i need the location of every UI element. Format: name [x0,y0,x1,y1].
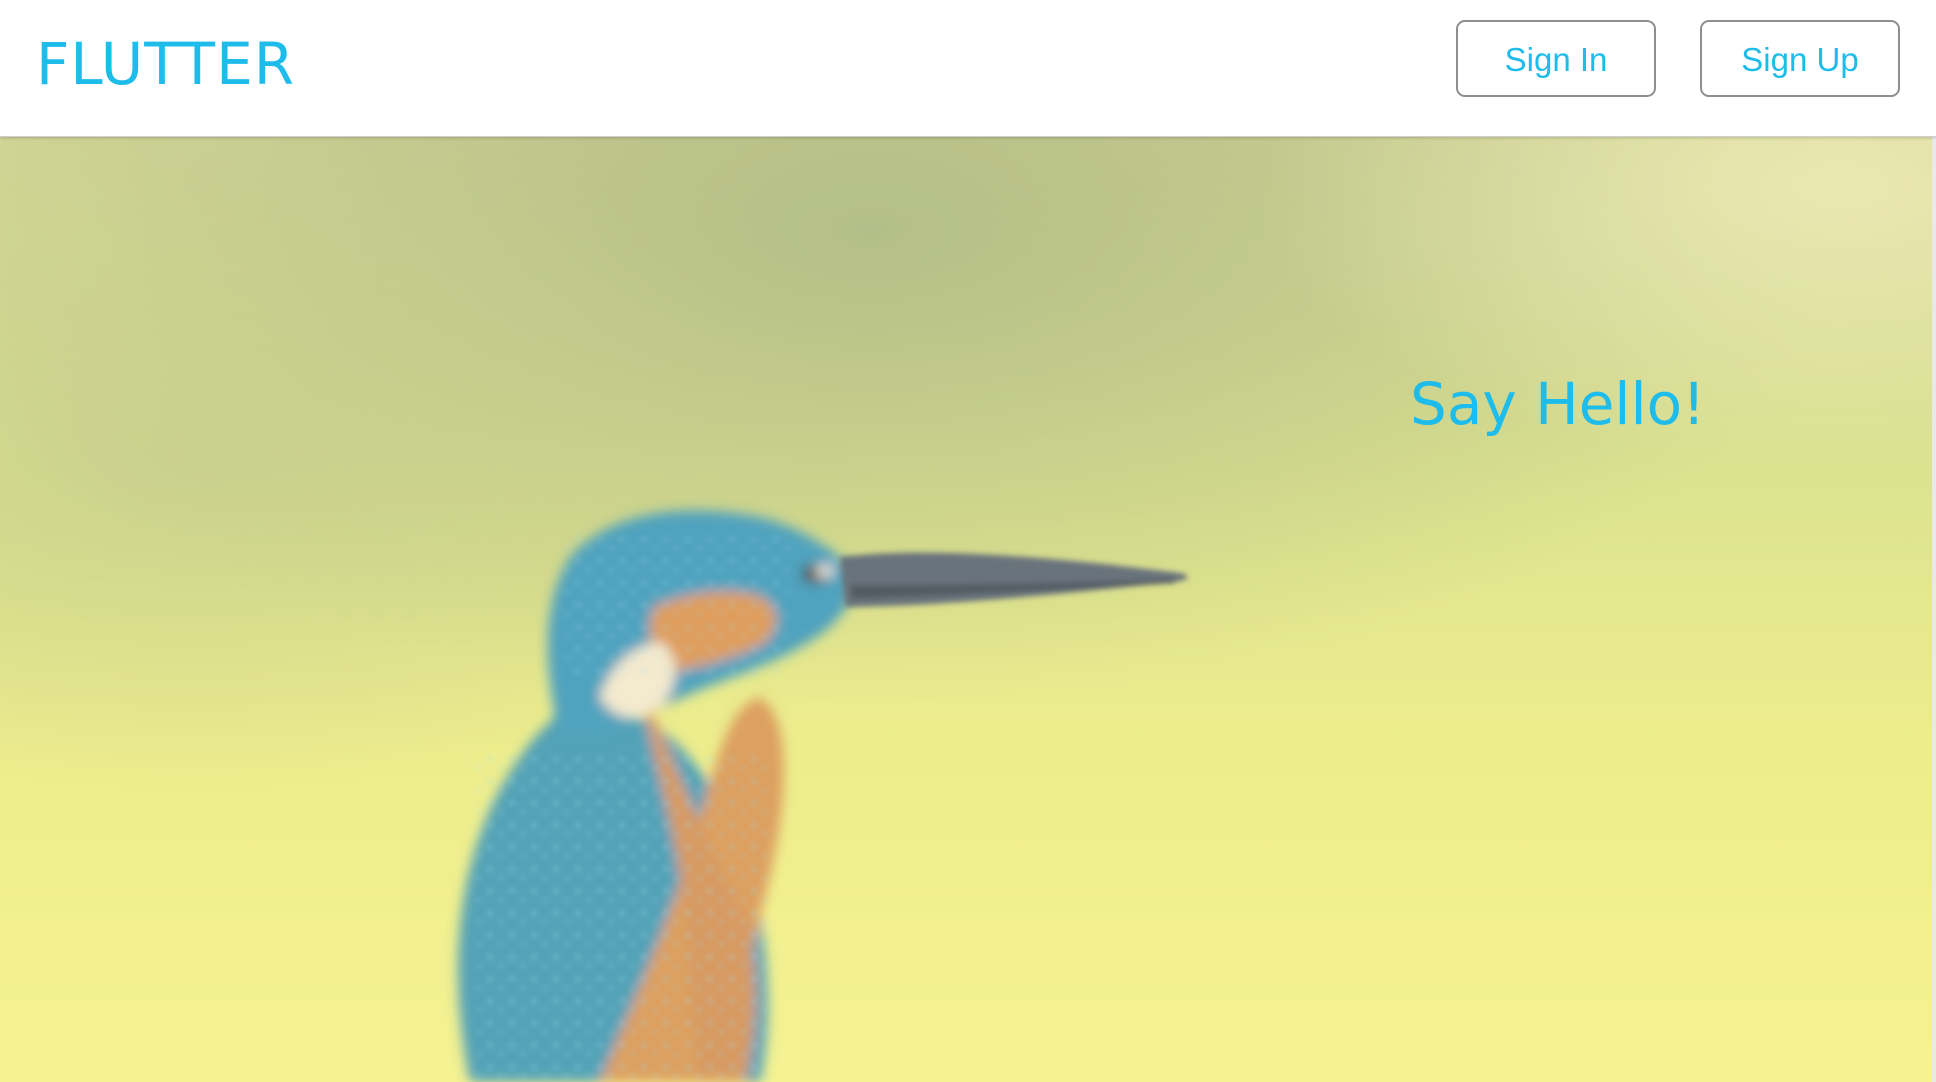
hero-overlay [0,137,1936,1082]
hero-section: Say Hello! [0,137,1936,1082]
sign-up-button[interactable]: Sign Up [1700,20,1900,97]
hero-tagline: Say Hello! [1410,370,1706,438]
top-navbar: FLUTTER Sign In Sign Up [0,0,1936,137]
page-edge [1932,137,1936,1082]
brand-logo[interactable]: FLUTTER [36,24,295,104]
sign-in-button[interactable]: Sign In [1456,20,1656,97]
page: FLUTTER Sign In Sign Up Say Hello! [0,0,1936,1082]
